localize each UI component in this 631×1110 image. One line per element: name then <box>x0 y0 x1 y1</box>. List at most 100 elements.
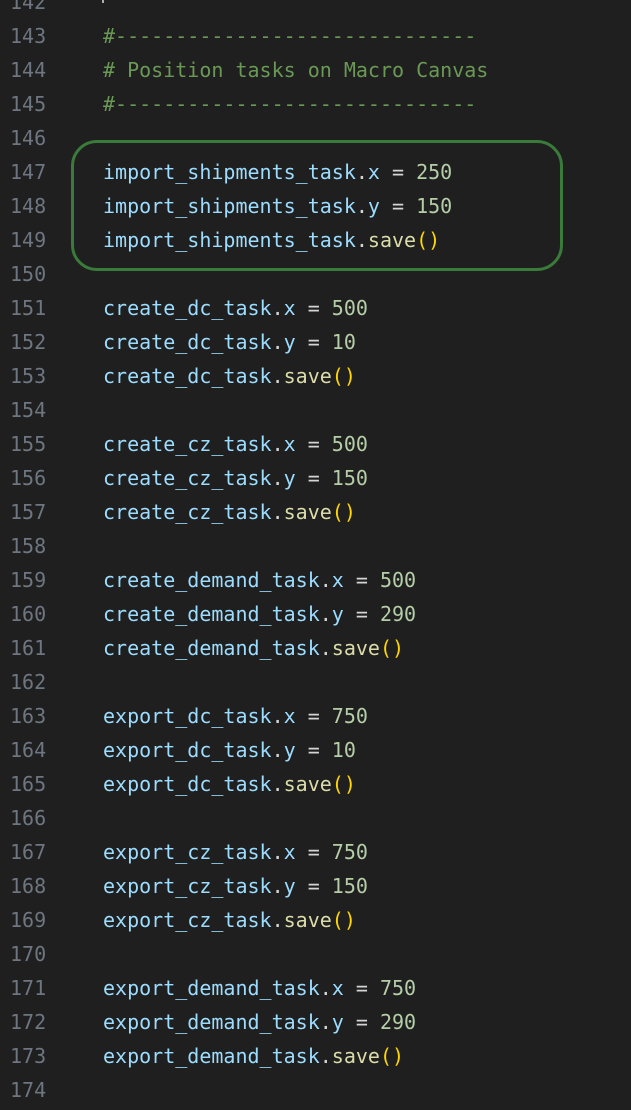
code-line[interactable]: 156 create_cz_task.y = 150 <box>0 461 631 495</box>
code-token-op: . <box>355 194 368 218</box>
code-token-op: . <box>271 364 284 388</box>
code-line[interactable]: 159 create_demand_task.x = 500 <box>0 563 631 597</box>
code-token-var: export_cz_task <box>103 840 272 864</box>
line-text: export_cz_task.x = 750 <box>103 835 368 869</box>
line-number: 144 <box>10 58 47 82</box>
code-token-var: y <box>283 874 296 898</box>
line-number: 149 <box>10 228 47 252</box>
code-line[interactable]: 147 import_shipments_task.x = 250 <box>0 155 631 189</box>
code-token-var: x <box>283 432 296 456</box>
code-line[interactable]: 143 #------------------------------ <box>0 19 631 53</box>
code-token-var: create_demand_task <box>103 602 320 626</box>
code-line[interactable]: 170 <box>0 937 631 971</box>
code-token-op: . <box>355 228 368 252</box>
code-token-op: . <box>271 296 284 320</box>
code-token-var: x <box>283 704 296 728</box>
line-number: 167 <box>10 840 47 864</box>
code-line[interactable]: 142 <box>0 0 631 19</box>
code-line[interactable]: 166 <box>0 801 631 835</box>
line-number: 171 <box>10 976 47 1000</box>
code-token-comment: #------------------------------ <box>103 24 477 48</box>
code-token-var: create_dc_task <box>103 364 272 388</box>
code-token-var: create_dc_task <box>103 296 272 320</box>
line-text: import_shipments_task.save() <box>103 223 440 257</box>
code-token-paren: () <box>379 636 405 660</box>
code-token-num: 150 <box>331 874 368 898</box>
code-line[interactable]: 158 <box>0 529 631 563</box>
code-line[interactable]: 163 export_dc_task.x = 750 <box>0 699 631 733</box>
code-token-num: 150 <box>416 194 453 218</box>
code-token-fn: save <box>283 500 332 524</box>
code-line[interactable]: 168 export_cz_task.y = 150 <box>0 869 631 903</box>
code-token-op: = <box>295 738 332 762</box>
code-line[interactable]: 146 <box>0 121 631 155</box>
code-token-var: y <box>367 194 380 218</box>
code-token-num: 10 <box>331 738 356 762</box>
code-line[interactable]: 162 <box>0 665 631 699</box>
code-line[interactable]: 165 export_dc_task.save() <box>0 767 631 801</box>
code-editor[interactable]: 142 143 #------------------------------ 144… <box>0 0 631 1110</box>
code-line[interactable]: 171 export_demand_task.x = 750 <box>0 971 631 1005</box>
code-line[interactable]: 157 create_cz_task.save() <box>0 495 631 529</box>
code-token-op: = <box>343 976 380 1000</box>
code-line[interactable]: 164 export_dc_task.y = 10 <box>0 733 631 767</box>
code-line[interactable]: 152 create_dc_task.y = 10 <box>0 325 631 359</box>
code-line[interactable]: 150 <box>0 257 631 291</box>
line-number: 147 <box>10 160 47 184</box>
code-token-op: = <box>343 568 380 592</box>
code-token-num: 750 <box>379 976 417 1000</box>
code-token-var: y <box>331 1010 344 1034</box>
code-token-num: 500 <box>379 568 417 592</box>
code-token-fn: save <box>331 636 380 660</box>
code-token-fn: save <box>283 772 332 796</box>
code-token-var: import_shipments_task <box>103 228 356 252</box>
line-number: 166 <box>10 806 47 830</box>
code-token-op: . <box>271 466 284 490</box>
code-token-op: = <box>295 330 332 354</box>
code-line[interactable]: 160 create_demand_task.y = 290 <box>0 597 631 631</box>
code-line[interactable]: 148 import_shipments_task.y = 150 <box>0 189 631 223</box>
code-token-num: 500 <box>331 296 368 320</box>
code-area[interactable]: 142 143 #------------------------------ 144… <box>0 0 631 1107</box>
code-token-op: . <box>271 908 284 932</box>
code-token-op: . <box>271 432 284 456</box>
code-line[interactable]: 144 # Position tasks on Macro Canvas <box>0 53 631 87</box>
code-token-comment: #------------------------------ <box>103 92 477 116</box>
code-line[interactable]: 173 export_demand_task.save() <box>0 1039 631 1073</box>
code-line[interactable]: 167 export_cz_task.x = 750 <box>0 835 631 869</box>
code-token-var: import_shipments_task <box>103 160 356 184</box>
line-number: 156 <box>10 466 47 490</box>
code-token-var: export_cz_task <box>103 874 272 898</box>
code-token-num: 750 <box>331 704 368 728</box>
line-number: 158 <box>10 534 47 558</box>
code-token-op: . <box>319 1010 332 1034</box>
line-text: create_demand_task.save() <box>103 631 404 665</box>
code-token-var: create_demand_task <box>103 636 320 660</box>
code-line[interactable]: 172 export_demand_task.y = 290 <box>0 1005 631 1039</box>
code-token-var: x <box>331 568 344 592</box>
code-line[interactable]: 174 <box>0 1073 631 1107</box>
line-number: 153 <box>10 364 47 388</box>
line-text: export_cz_task.y = 150 <box>103 869 368 903</box>
line-number: 151 <box>10 296 47 320</box>
code-line[interactable]: 149 import_shipments_task.save() <box>0 223 631 257</box>
line-number: 143 <box>10 24 47 48</box>
code-line[interactable]: 145 #------------------------------ <box>0 87 631 121</box>
code-line[interactable]: 151 create_dc_task.x = 500 <box>0 291 631 325</box>
line-text: #------------------------------ <box>103 19 476 53</box>
code-line[interactable]: 154 <box>0 393 631 427</box>
code-line[interactable]: 161 create_demand_task.save() <box>0 631 631 665</box>
code-token-fn: save <box>283 364 332 388</box>
line-number: 161 <box>10 636 47 660</box>
line-number: 164 <box>10 738 47 762</box>
code-token-var: import_shipments_task <box>103 194 356 218</box>
code-token-paren: () <box>331 772 356 796</box>
code-token-op: = <box>295 466 332 490</box>
code-token-op: = <box>343 602 380 626</box>
code-line[interactable]: 169 export_cz_task.save() <box>0 903 631 937</box>
code-line[interactable]: 155 create_cz_task.x = 500 <box>0 427 631 461</box>
code-line[interactable]: 153 create_dc_task.save() <box>0 359 631 393</box>
line-number: 155 <box>10 432 47 456</box>
code-token-fn: save <box>367 228 417 252</box>
line-number: 154 <box>10 398 47 422</box>
